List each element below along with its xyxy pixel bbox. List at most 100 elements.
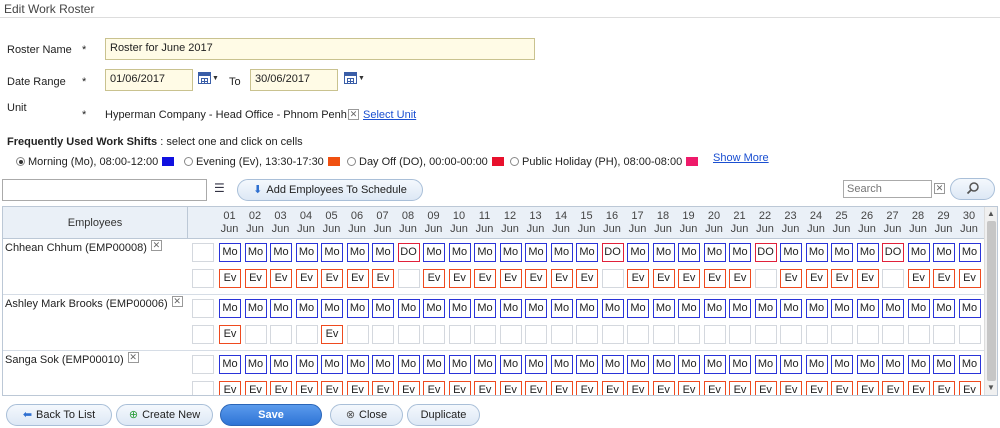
roster-cell[interactable]	[958, 325, 981, 344]
roster-cell[interactable]: Ev	[729, 381, 751, 395]
roster-cell-empty[interactable]	[192, 381, 214, 395]
roster-cell[interactable]: Mo	[423, 243, 445, 262]
roster-cell[interactable]: Ev	[958, 269, 981, 288]
roster-cell[interactable]: Mo	[550, 243, 573, 262]
roster-cell[interactable]	[423, 325, 445, 344]
roster-cell[interactable]: Mo	[754, 299, 777, 318]
roster-cell[interactable]: Mo	[346, 243, 369, 262]
radio-icon[interactable]	[510, 157, 519, 166]
roster-cell[interactable]: Mo	[907, 355, 930, 374]
roster-cell[interactable]	[448, 325, 471, 344]
roster-cell[interactable]: Ev	[499, 269, 522, 288]
roster-cell[interactable]: Mo	[729, 243, 751, 262]
select-unit-link[interactable]: Select Unit	[363, 109, 416, 121]
clear-search-icon[interactable]: ✕	[934, 183, 945, 194]
roster-cell[interactable]: Ev	[805, 269, 828, 288]
roster-cell[interactable]: Ev	[295, 269, 318, 288]
roster-cell[interactable]: Ev	[321, 325, 343, 344]
roster-cell[interactable]	[576, 325, 598, 344]
roster-cell[interactable]: Ev	[907, 269, 930, 288]
roster-cell[interactable]	[729, 325, 751, 344]
roster-cell[interactable]: Mo	[550, 299, 573, 318]
roster-cell[interactable]: Ev	[295, 381, 318, 395]
roster-cell[interactable]: Ev	[601, 381, 624, 395]
roster-cell-empty[interactable]	[192, 325, 214, 344]
roster-cell[interactable]: Mo	[525, 243, 547, 262]
roster-cell[interactable]	[550, 325, 573, 344]
roster-cell[interactable]: Mo	[499, 243, 522, 262]
roster-cell[interactable]: Mo	[729, 355, 751, 374]
date-from-input[interactable]: 01/06/2017	[105, 69, 193, 91]
roster-cell[interactable]	[652, 325, 675, 344]
roster-cell[interactable]: Mo	[678, 243, 700, 262]
date-to-input[interactable]: 30/06/2017	[250, 69, 338, 91]
roster-cell[interactable]: Ev	[856, 269, 879, 288]
roster-cell[interactable]: Ev	[346, 269, 369, 288]
roster-cell[interactable]: Mo	[627, 243, 649, 262]
roster-cell[interactable]: Ev	[397, 381, 420, 395]
roster-cell[interactable]: Mo	[703, 355, 726, 374]
roster-cell[interactable]: Mo	[372, 243, 394, 262]
roster-cell[interactable]: Mo	[244, 299, 267, 318]
roster-cell[interactable]	[627, 325, 649, 344]
roster-cell[interactable]: Mo	[933, 299, 955, 318]
shift-option-morning[interactable]: Morning (Mo), 08:00-12:00	[16, 156, 175, 168]
roster-cell[interactable]: DO	[754, 243, 777, 262]
roster-cell[interactable]: Mo	[270, 299, 292, 318]
roster-cell[interactable]: Mo	[576, 299, 598, 318]
roster-cell[interactable]: Ev	[754, 381, 777, 395]
roster-cell[interactable]: Ev	[678, 381, 700, 395]
roster-cell[interactable]: Mo	[576, 355, 598, 374]
roster-cell[interactable]: Mo	[397, 355, 420, 374]
shift-option-day-off[interactable]: Day Off (DO), 00:00-00:00	[347, 156, 504, 168]
roster-cell[interactable]: Mo	[346, 355, 369, 374]
roster-cell[interactable]: Mo	[219, 243, 241, 262]
roster-cell[interactable]: Mo	[805, 355, 828, 374]
roster-cell[interactable]	[601, 269, 624, 288]
roster-cell[interactable]: Ev	[831, 381, 853, 395]
roster-cell[interactable]	[295, 325, 318, 344]
roster-cell[interactable]: Ev	[576, 381, 598, 395]
roster-cell[interactable]: Ev	[933, 269, 955, 288]
roster-cell[interactable]: Mo	[780, 355, 802, 374]
roster-cell[interactable]: Mo	[831, 355, 853, 374]
roster-cell[interactable]	[474, 325, 496, 344]
roster-cell[interactable]	[397, 325, 420, 344]
roster-cell[interactable]: Ev	[780, 269, 802, 288]
roster-cell[interactable]: Mo	[525, 355, 547, 374]
roster-cell[interactable]: Mo	[346, 299, 369, 318]
roster-cell[interactable]: Ev	[244, 381, 267, 395]
search-button[interactable]	[950, 178, 995, 200]
roster-cell[interactable]: Ev	[703, 269, 726, 288]
roster-cell[interactable]: Mo	[958, 355, 981, 374]
remove-employee-icon[interactable]: ✕	[127, 352, 139, 363]
roster-cell[interactable]: Mo	[729, 299, 751, 318]
roster-cell[interactable]: Ev	[882, 381, 904, 395]
roster-cell[interactable]: Mo	[550, 355, 573, 374]
roster-cell[interactable]: Mo	[295, 243, 318, 262]
roster-cell[interactable]: Mo	[448, 299, 471, 318]
list-options-icon[interactable]: ☰	[214, 181, 225, 195]
roster-cell[interactable]: Mo	[652, 355, 675, 374]
roster-cell[interactable]: Ev	[805, 381, 828, 395]
roster-cell[interactable]: Ev	[550, 269, 573, 288]
roster-cell[interactable]: Ev	[321, 269, 343, 288]
roster-cell[interactable]: Mo	[244, 243, 267, 262]
roster-cell[interactable]: Mo	[219, 355, 241, 374]
roster-cell[interactable]: Mo	[856, 243, 879, 262]
show-more-link[interactable]: Show More	[713, 152, 769, 164]
roster-cell[interactable]: Ev	[652, 381, 675, 395]
roster-cell[interactable]: Mo	[525, 299, 547, 318]
roster-cell[interactable]: Mo	[754, 355, 777, 374]
roster-cell[interactable]: Ev	[652, 269, 675, 288]
roster-cell[interactable]	[372, 325, 394, 344]
roster-cell[interactable]	[678, 325, 700, 344]
roster-cell[interactable]: Mo	[474, 243, 496, 262]
roster-cell[interactable]: Mo	[448, 355, 471, 374]
roster-cell[interactable]: Mo	[958, 299, 981, 318]
roster-cell[interactable]: Ev	[576, 269, 598, 288]
roster-cell[interactable]: Mo	[831, 243, 853, 262]
roster-cell[interactable]: Ev	[780, 381, 802, 395]
roster-cell[interactable]: Ev	[627, 381, 649, 395]
roster-cell[interactable]	[244, 325, 267, 344]
